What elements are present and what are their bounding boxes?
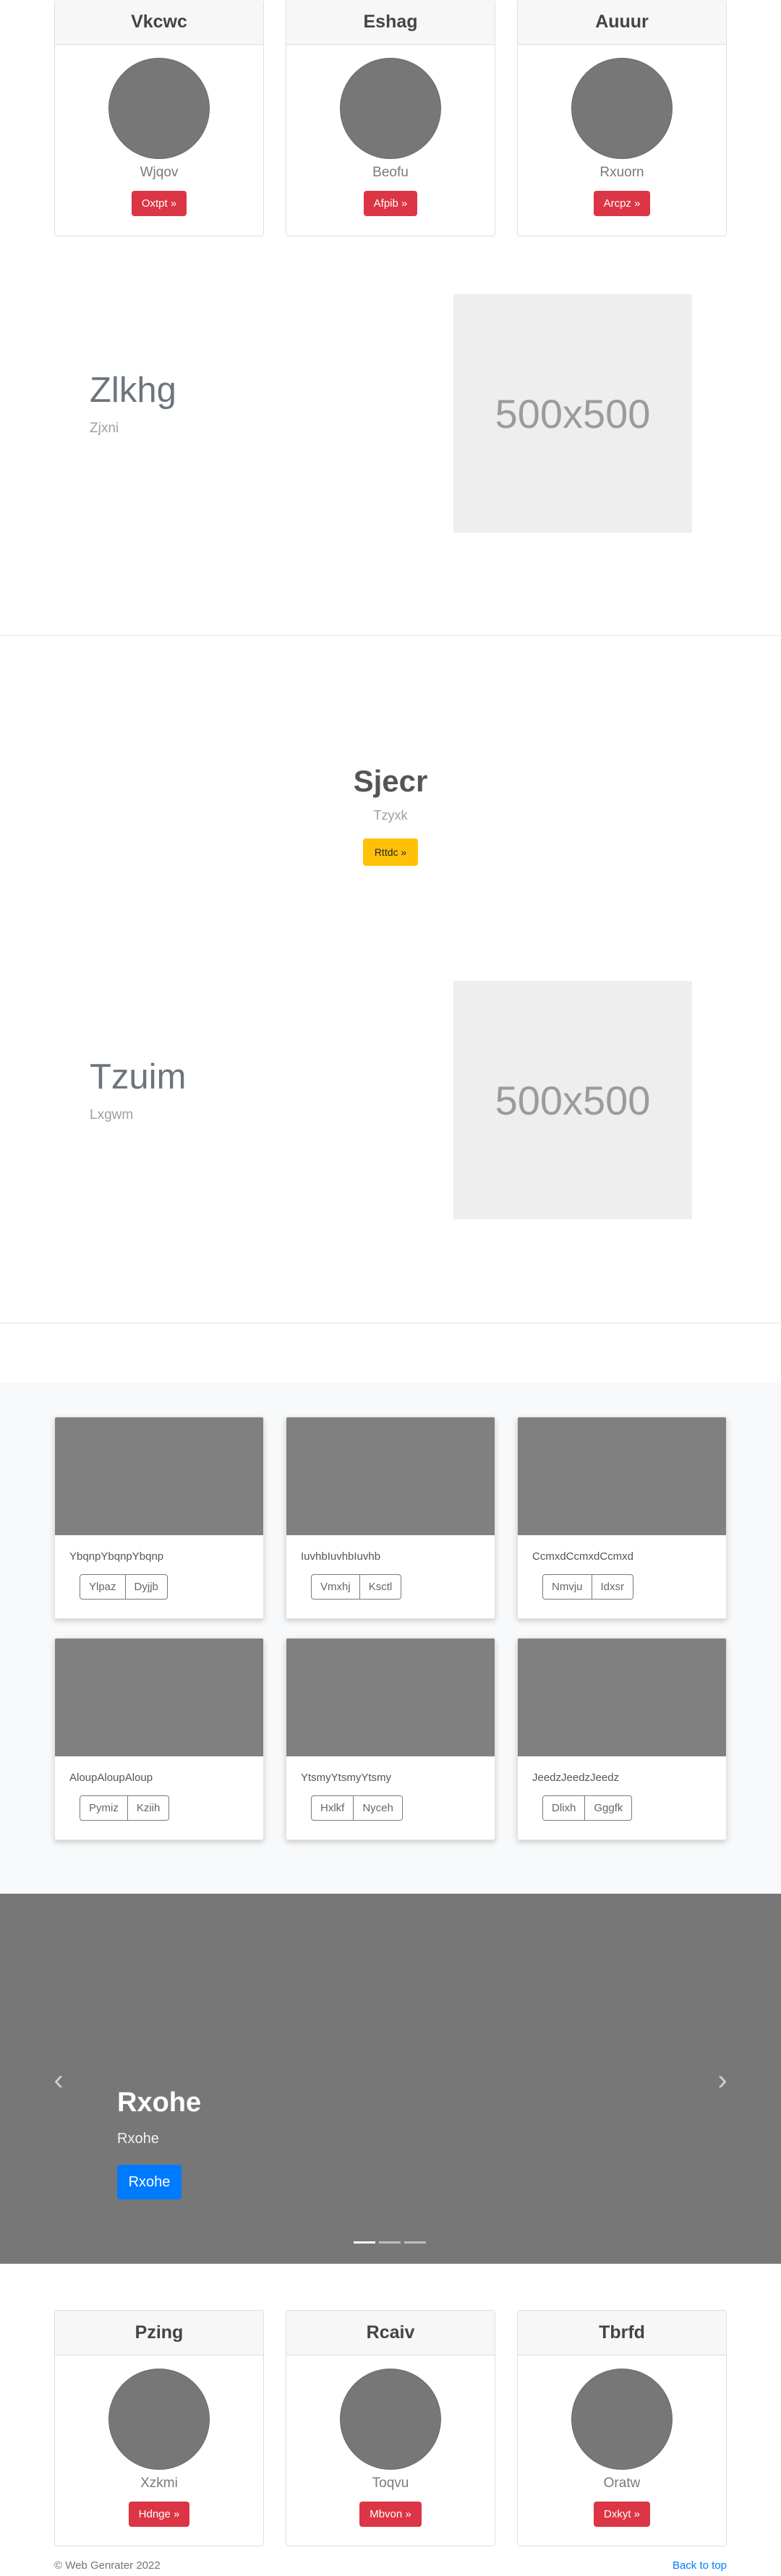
button-group: Pymiz Kziih [80, 1795, 263, 1821]
feature-subheading: Lxgwm [90, 1107, 134, 1122]
card-text: IuvhbIuvhbIuvhb [301, 1550, 381, 1563]
card-subtitle: Oratw [603, 2476, 641, 2491]
card-button-1[interactable]: Ylpaz [80, 1574, 126, 1600]
card-title: Eshag [286, 0, 495, 45]
carousel-caption: Rxohe [117, 2131, 159, 2147]
card-button-2[interactable]: Nyceh [354, 1795, 403, 1821]
card-button[interactable]: Arcpz » [593, 191, 651, 216]
album-card: AloupAloupAloup Pymiz Kziih [54, 1638, 264, 1840]
card-title: Auuur [518, 0, 726, 45]
card-text: AloupAloupAloup [69, 1772, 153, 1784]
placeholder-image: 500x500 [453, 981, 692, 1219]
avatar [571, 58, 673, 159]
card-button-2[interactable]: Gggfk [585, 1795, 633, 1821]
card-button-1[interactable]: Nmvju [542, 1574, 592, 1600]
carousel-button[interactable]: Rxohe [117, 2165, 182, 2199]
card-subtitle: Toqvu [372, 2476, 409, 2491]
card-text: JeedzJeedzJeedz [532, 1772, 620, 1784]
thumbnail [518, 1417, 726, 1535]
avatar [108, 2369, 210, 2470]
carousel-indicator[interactable] [354, 2241, 375, 2244]
placeholder-image: 500x500 [453, 294, 692, 533]
profile-card: Pzing Xzkmi Hdnge » [54, 2310, 264, 2546]
section-subheading: Tzyxk [373, 808, 408, 823]
card-button-1[interactable]: Pymiz [80, 1795, 128, 1821]
profile-card: Rcaiv Toqvu Mbvon » [286, 2310, 495, 2546]
album-card: JeedzJeedzJeedz Dlixh Gggfk [517, 1638, 727, 1840]
feature-heading: Tzuim [90, 1057, 187, 1096]
album-card: YbqnpYbqnpYbqnp Ylpaz Dyjjb [54, 1417, 264, 1619]
thumbnail [55, 1639, 263, 1756]
profile-card: Vkcwc Wjqov Oxtpt » [54, 0, 264, 236]
card-button-2[interactable]: Dyjjb [125, 1574, 168, 1600]
feature-subheading: Zjxni [90, 421, 119, 436]
thumbnail [518, 1639, 726, 1756]
button-group: Nmvju Idxsr [542, 1574, 726, 1600]
chevron-right-icon[interactable]: › [712, 2064, 733, 2097]
card-button[interactable]: Dxkyt » [593, 2502, 650, 2527]
bottom-card-row: Pzing Xzkmi Hdnge » Rcaiv Toqvu Mbvon » … [54, 2310, 727, 2546]
card-title: Vkcwc [55, 0, 263, 45]
button-group: Dlixh Gggfk [542, 1795, 726, 1821]
card-button-2[interactable]: Ksctl [359, 1574, 402, 1600]
thumbnail [286, 1417, 495, 1535]
avatar [340, 2369, 441, 2470]
card-text: YbqnpYbqnpYbqnp [69, 1550, 164, 1563]
top-card-row: Vkcwc Wjqov Oxtpt » Eshag Beofu Afpib » … [54, 0, 727, 236]
album-card: CcmxdCcmxdCcmxd Nmvju Idxsr [517, 1417, 727, 1619]
button-group: Vmxhj Ksctl [311, 1574, 495, 1600]
card-title: Tbrfd [518, 2311, 726, 2356]
card-text: CcmxdCcmxdCcmxd [532, 1550, 634, 1563]
card-title: Rcaiv [286, 2311, 495, 2356]
card-subtitle: Rxuorn [599, 165, 644, 180]
card-button-2[interactable]: Kziih [127, 1795, 170, 1821]
card-text: YtsmyYtsmyYtsmy [301, 1772, 392, 1784]
profile-card: Auuur Rxuorn Arcpz » [517, 0, 727, 236]
album-card: YtsmyYtsmyYtsmy Hxlkf Nyceh [286, 1638, 495, 1840]
carousel: ‹ › Rxohe Rxohe Rxohe [0, 1894, 781, 2264]
album-section: YbqnpYbqnpYbqnp Ylpaz Dyjjb IuvhbIuvhbIu… [0, 1383, 781, 1894]
section-heading: Sjecr [353, 764, 428, 798]
copyright-text: © Web Genrater 2022 [54, 2559, 161, 2572]
card-subtitle: Beofu [372, 165, 409, 180]
avatar [340, 58, 441, 159]
divider [0, 635, 781, 636]
section-button[interactable]: Rttdc » [363, 838, 418, 866]
card-button-1[interactable]: Vmxhj [311, 1574, 360, 1600]
back-to-top-link[interactable]: Back to top [673, 2559, 727, 2572]
button-group: Ylpaz Dyjjb [80, 1574, 263, 1600]
avatar [108, 58, 210, 159]
thumbnail [286, 1639, 495, 1756]
card-button[interactable]: Mbvon » [359, 2502, 422, 2527]
carousel-indicator[interactable] [379, 2241, 401, 2244]
card-button[interactable]: Hdnge » [128, 2502, 190, 2527]
feature-heading: Zlkhg [90, 371, 176, 410]
album-card: IuvhbIuvhbIuvhb Vmxhj Ksctl [286, 1417, 495, 1619]
card-subtitle: Wjqov [140, 165, 179, 180]
carousel-heading: Rxohe [117, 2087, 202, 2118]
carousel-indicators [354, 2241, 430, 2244]
carousel-indicator[interactable] [404, 2241, 426, 2244]
card-button[interactable]: Afpib » [363, 191, 418, 216]
button-group: Hxlkf Nyceh [311, 1795, 495, 1821]
card-button-1[interactable]: Hxlkf [311, 1795, 354, 1821]
chevron-left-icon[interactable]: ‹ [48, 2064, 69, 2097]
profile-card: Eshag Beofu Afpib » [286, 0, 495, 236]
profile-card: Tbrfd Oratw Dxkyt » [517, 2310, 727, 2546]
card-button[interactable]: Oxtpt » [131, 191, 187, 216]
thumbnail [55, 1417, 263, 1535]
card-button-2[interactable]: Idxsr [592, 1574, 634, 1600]
card-title: Pzing [55, 2311, 263, 2356]
card-subtitle: Xzkmi [140, 2476, 178, 2491]
card-button-1[interactable]: Dlixh [542, 1795, 586, 1821]
avatar [571, 2369, 673, 2470]
